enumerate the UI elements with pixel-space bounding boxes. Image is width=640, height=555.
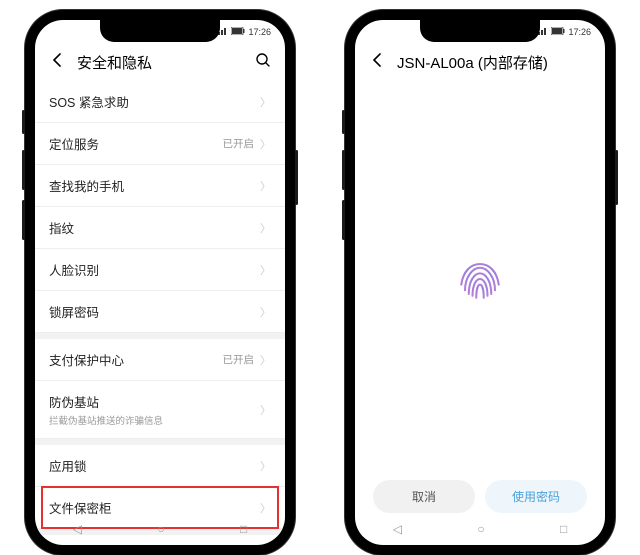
row-fingerprint[interactable]: 指纹 〉 <box>35 207 285 249</box>
row-status: 已开启 <box>223 352 255 367</box>
row-status: 已开启 <box>223 136 255 151</box>
row-face[interactable]: 人脸识别 〉 <box>35 249 285 291</box>
row-sos[interactable]: SOS 紧急求助 〉 <box>35 81 285 123</box>
header: JSN-AL00a (内部存储) <box>355 44 605 81</box>
row-applock[interactable]: 应用锁 〉 <box>35 439 285 487</box>
nav-home-icon[interactable]: ○ <box>157 522 164 536</box>
fingerprint-icon[interactable] <box>450 249 510 309</box>
nav-recent-icon[interactable]: □ <box>560 522 567 536</box>
row-findphone[interactable]: 查找我的手机 〉 <box>35 165 285 207</box>
chevron-right-icon: 〉 <box>260 262 271 278</box>
row-label: SOS 紧急求助 <box>49 92 260 111</box>
row-label: 锁屏密码 <box>49 302 260 321</box>
chevron-right-icon: 〉 <box>260 94 271 110</box>
row-label: 定位服务 <box>49 134 223 153</box>
search-icon[interactable] <box>255 52 271 73</box>
cancel-button[interactable]: 取消 <box>373 480 475 513</box>
phone-left: 17:26 安全和隐私 SOS 紧急求助 〉 定位服务 已开启 〉 查找 <box>25 10 295 555</box>
button-row: 取消 使用密码 <box>355 480 605 513</box>
row-label: 支付保护中心 <box>49 350 223 369</box>
nav-home-icon[interactable]: ○ <box>477 522 484 536</box>
chevron-right-icon: 〉 <box>260 220 271 236</box>
settings-list[interactable]: SOS 紧急求助 〉 定位服务 已开启 〉 查找我的手机 〉 指纹 〉 人脸识别… <box>35 81 285 536</box>
nav-bar: ◁ ○ □ <box>355 517 605 541</box>
row-label: 防伪基站 <box>49 392 260 411</box>
phone-right: 17:26 JSN-AL00a (内部存储) <box>345 10 615 555</box>
status-time: 17:26 <box>248 27 271 37</box>
row-antifake[interactable]: 防伪基站 拦截伪基站推送的诈骗信息 〉 <box>35 381 285 439</box>
screen-left: 17:26 安全和隐私 SOS 紧急求助 〉 定位服务 已开启 〉 查找 <box>35 20 285 545</box>
screen-right: 17:26 JSN-AL00a (内部存储) <box>355 20 605 545</box>
status-time: 17:26 <box>568 27 591 37</box>
nav-bar: ◁ ○ □ <box>35 517 285 541</box>
row-sublabel: 拦截伪基站推送的诈骗信息 <box>49 413 260 427</box>
fingerprint-area <box>355 81 605 476</box>
nav-back-icon[interactable]: ◁ <box>393 522 402 536</box>
row-location[interactable]: 定位服务 已开启 〉 <box>35 123 285 165</box>
row-payprotect[interactable]: 支付保护中心 已开启 〉 <box>35 333 285 381</box>
page-title: JSN-AL00a (内部存储) <box>397 52 591 73</box>
nav-recent-icon[interactable]: □ <box>240 522 247 536</box>
row-label: 人脸识别 <box>49 260 260 279</box>
back-button[interactable] <box>369 52 385 73</box>
row-label: 指纹 <box>49 218 260 237</box>
chevron-right-icon: 〉 <box>260 304 271 320</box>
row-label: 应用锁 <box>49 456 260 475</box>
chevron-right-icon: 〉 <box>260 178 271 194</box>
chevron-right-icon: 〉 <box>260 500 271 516</box>
page-title: 安全和隐私 <box>77 52 243 73</box>
use-password-button[interactable]: 使用密码 <box>485 480 587 513</box>
battery-icon <box>231 27 245 37</box>
row-label: 文件保密柜 <box>49 498 260 517</box>
header: 安全和隐私 <box>35 44 285 81</box>
battery-icon <box>551 27 565 37</box>
chevron-right-icon: 〉 <box>260 136 271 152</box>
row-label: 查找我的手机 <box>49 176 260 195</box>
row-lockpwd[interactable]: 锁屏密码 〉 <box>35 291 285 333</box>
chevron-right-icon: 〉 <box>260 352 271 368</box>
back-button[interactable] <box>49 52 65 73</box>
nav-back-icon[interactable]: ◁ <box>73 522 82 536</box>
chevron-right-icon: 〉 <box>260 458 271 474</box>
chevron-right-icon: 〉 <box>260 402 271 418</box>
